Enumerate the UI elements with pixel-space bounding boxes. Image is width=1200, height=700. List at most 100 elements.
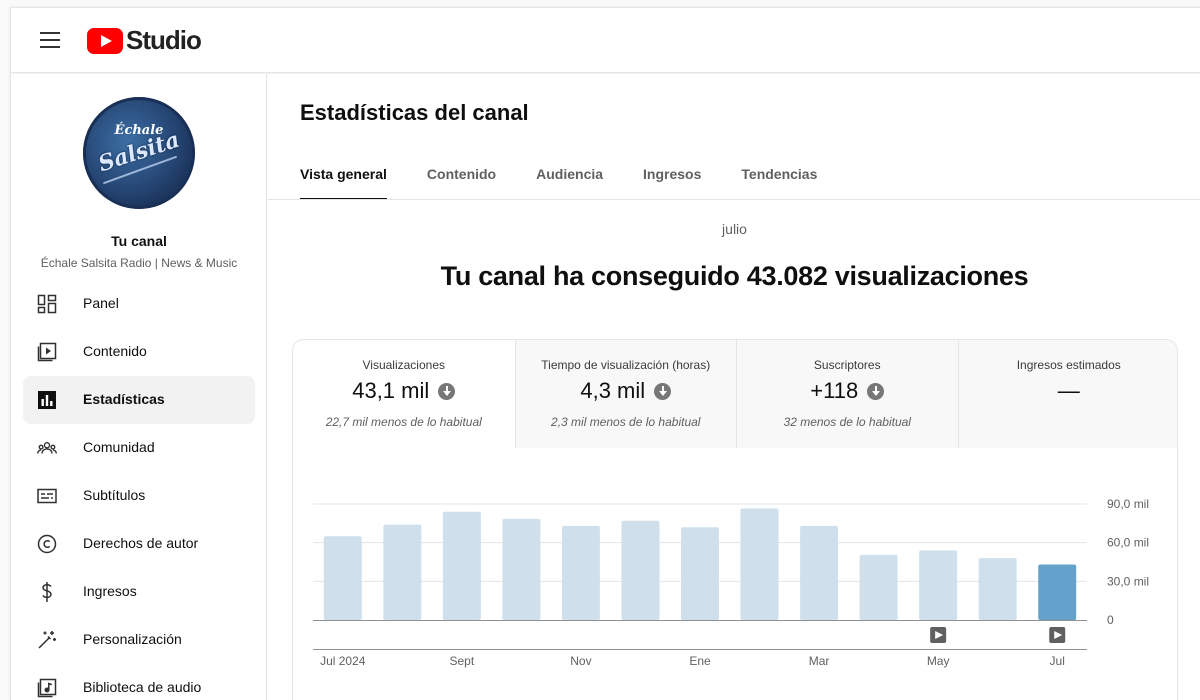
metric-label: Tiempo de visualización (horas) <box>541 358 711 372</box>
headline: Tu canal ha conseguido 43.082 visualizac… <box>440 261 1029 291</box>
channel-subtitle: Échale Salsita Radio | News & Music <box>40 256 238 270</box>
x-tick-label: Ene <box>689 654 711 668</box>
x-tick-label: Nov <box>570 654 591 668</box>
video-marker-icon[interactable] <box>930 627 947 643</box>
metric-value-text: 43,1 mil <box>352 378 430 403</box>
tab-bar: Vista general Contenido Audiencia Ingres… <box>300 166 857 200</box>
sidebar-item-label: Estadísticas <box>83 391 165 407</box>
tabs-divider <box>268 199 1200 200</box>
menu-icon[interactable] <box>40 32 60 48</box>
sidebar-item-contenido[interactable]: Contenido <box>23 328 255 376</box>
metric-label: Visualizaciones <box>362 358 446 372</box>
dollar-icon <box>37 582 57 602</box>
audio-library-icon <box>37 678 57 698</box>
tab-ingresos[interactable]: Ingresos <box>643 166 701 200</box>
page-title: Estadísticas del canal <box>300 100 529 125</box>
y-tick-label: 0 <box>1107 613 1114 627</box>
sidebar-item-label: Derechos de autor <box>83 535 199 551</box>
copyright-icon <box>37 534 57 554</box>
sidebar: Échale Salsita Tu canal Échale Salsita R… <box>11 74 267 700</box>
metrics-card: Visualizaciones 43,1 mil 22,7 mil menos … <box>292 339 1178 700</box>
chart-bar[interactable] <box>323 536 362 620</box>
sidebar-item-panel[interactable]: Panel <box>23 280 255 328</box>
tab-contenido[interactable]: Contenido <box>427 166 496 200</box>
chart-bar[interactable] <box>1038 564 1077 620</box>
sidebar-item-derechos-de-autor[interactable]: Derechos de autor <box>23 520 255 568</box>
channel-title: Tu canal <box>111 233 167 249</box>
arrow-down-icon <box>438 382 456 400</box>
chart-bar[interactable] <box>502 518 541 620</box>
metric-tabs: Visualizaciones 43,1 mil 22,7 mil menos … <box>293 340 1178 448</box>
tab-vista-general[interactable]: Vista general <box>300 166 387 200</box>
community-icon <box>37 438 57 458</box>
studio-window: Studio Échale Salsita Tu canal Échale Sa… <box>10 7 1200 700</box>
sidebar-item-label: Biblioteca de audio <box>83 679 202 695</box>
sidebar-item-label: Contenido <box>83 343 147 359</box>
metric-value-text: +118 <box>810 378 859 403</box>
metric-note: 32 menos de lo habitual <box>783 415 911 429</box>
y-tick-label: 90,0 mil <box>1107 497 1149 511</box>
metric-value: 43,1 mil <box>293 378 515 404</box>
chart-bar[interactable] <box>978 558 1017 620</box>
sidebar-item-personalizacion[interactable]: Personalización <box>23 616 255 664</box>
sidebar-item-label: Ingresos <box>83 583 137 599</box>
chart-bar[interactable] <box>740 508 779 620</box>
metric-value: +118 <box>737 378 958 404</box>
tab-tendencias[interactable]: Tendencias <box>741 166 817 200</box>
views-bar-chart: 0 30,0 mil 60,0 mil 90,0 mil Jul 2024 Sept Nov… <box>313 497 1149 668</box>
sidebar-item-ingresos[interactable]: Ingresos <box>23 568 255 616</box>
metric-subscribers[interactable]: Suscriptores +118 32 menos de lo habitua… <box>736 340 958 448</box>
metric-value-text: — <box>1057 378 1080 403</box>
sidebar-item-comunidad[interactable]: Comunidad <box>23 424 255 472</box>
logo-text: Studio <box>126 25 202 55</box>
arrow-down-icon <box>867 382 885 400</box>
metric-note: 2,3 mil menos de lo habitual <box>551 415 701 429</box>
x-tick-label: May <box>927 654 950 668</box>
chart-bar[interactable] <box>859 554 898 620</box>
y-tick-label: 60,0 mil <box>1107 536 1149 550</box>
metric-note: 22,7 mil menos de lo habitual <box>325 415 482 429</box>
tab-audiencia[interactable]: Audiencia <box>536 166 603 200</box>
metric-estimated-revenue[interactable]: Ingresos estimados — <box>957 340 1178 448</box>
chart-bar[interactable] <box>383 524 422 620</box>
sidebar-item-label: Personalización <box>83 631 182 647</box>
x-tick-label: Sept <box>450 654 475 668</box>
sidebar-nav: Panel Contenido Estadísticas Comunidad S… <box>23 280 255 700</box>
subtitles-icon <box>37 486 57 506</box>
metric-views[interactable]: Visualizaciones 43,1 mil 22,7 mil menos … <box>293 340 515 448</box>
metric-value: — <box>959 378 1178 404</box>
sidebar-item-estadisticas[interactable]: Estadísticas <box>23 376 255 424</box>
top-bar: Studio <box>11 8 1200 73</box>
chart-bar[interactable] <box>621 520 660 620</box>
sidebar-item-biblioteca-de-audio[interactable]: Biblioteca de audio <box>23 664 255 700</box>
metric-value: 4,3 mil <box>516 378 737 404</box>
x-tick-label: Jul 2024 <box>320 654 366 668</box>
analytics-icon <box>37 390 57 410</box>
sidebar-item-subtitulos[interactable]: Subtítulos <box>23 472 255 520</box>
dashboard-icon <box>37 294 57 314</box>
y-tick-label: 30,0 mil <box>1107 574 1149 588</box>
magic-wand-icon <box>37 630 57 650</box>
sidebar-item-label: Panel <box>83 295 119 311</box>
chart-bar[interactable] <box>681 527 719 620</box>
chart-bar[interactable] <box>919 550 958 620</box>
metric-label: Ingresos estimados <box>1016 358 1121 372</box>
chart-bar[interactable] <box>442 511 481 620</box>
chart-bar[interactable] <box>800 525 839 620</box>
studio-logo[interactable]: Studio <box>87 25 202 56</box>
content-icon <box>37 342 57 362</box>
x-tick-label: Jul <box>1050 654 1065 668</box>
metric-value-text: 4,3 mil <box>580 378 646 403</box>
youtube-logo-icon <box>87 27 123 54</box>
sidebar-item-label: Comunidad <box>83 439 155 455</box>
avatar[interactable]: Échale Salsita <box>83 97 195 209</box>
metric-watch-time[interactable]: Tiempo de visualización (horas) 4,3 mil … <box>514 340 737 448</box>
sidebar-item-label: Subtítulos <box>83 487 146 503</box>
metric-label: Suscriptores <box>813 358 881 372</box>
arrow-down-icon <box>654 382 672 400</box>
period-label: julio <box>722 221 747 237</box>
x-tick-label: Mar <box>809 654 830 668</box>
chart-bar[interactable] <box>561 525 600 620</box>
main-content: Estadísticas del canal Vista general Con… <box>268 74 1200 700</box>
video-marker-icon[interactable] <box>1049 627 1066 643</box>
